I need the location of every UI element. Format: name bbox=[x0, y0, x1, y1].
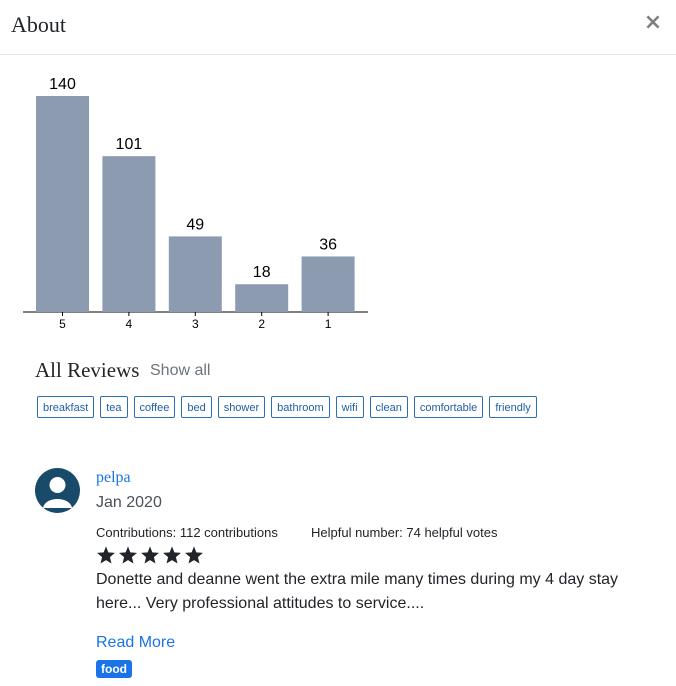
x-tick-label: 1 bbox=[325, 317, 332, 331]
x-tick-label: 2 bbox=[258, 317, 265, 331]
x-tick-label: 3 bbox=[192, 317, 199, 331]
tag-breakfast[interactable]: breakfast bbox=[37, 396, 95, 418]
tag-clean[interactable]: clean bbox=[369, 396, 408, 418]
star-icon bbox=[97, 546, 115, 564]
star-icon bbox=[141, 546, 159, 564]
star-icon bbox=[119, 546, 137, 564]
bar-value-label: 101 bbox=[116, 136, 143, 153]
tag-shower[interactable]: shower bbox=[217, 396, 266, 418]
star-icon bbox=[185, 546, 203, 564]
review-date: Jan 2020 bbox=[96, 494, 162, 511]
tag-coffee[interactable]: coffee bbox=[133, 396, 176, 418]
modal-title: About bbox=[11, 12, 66, 37]
bar-4 bbox=[102, 156, 156, 312]
tag-comfortable[interactable]: comfortable bbox=[413, 396, 484, 418]
x-tick-label: 4 bbox=[126, 317, 133, 331]
review-tag-badge: food bbox=[96, 660, 132, 678]
bar-1 bbox=[301, 256, 355, 312]
reviewer-name[interactable]: pelpa bbox=[96, 469, 131, 487]
close-icon: × bbox=[643, 10, 663, 35]
tag-bed[interactable]: bed bbox=[181, 396, 212, 418]
bar-value-label: 49 bbox=[186, 216, 204, 233]
tag-friendly[interactable]: friendly bbox=[489, 396, 537, 418]
bar-value-label: 140 bbox=[49, 76, 76, 93]
tag-wifi[interactable]: wifi bbox=[335, 396, 364, 418]
user-avatar-icon bbox=[35, 468, 80, 513]
rating-distribution-chart: 140 5 101 4 49 3 18 2 36 1 bbox=[23, 76, 368, 331]
tag-filter-list: breakfast tea coffee bed shower bathroom wifi c… bbox=[37, 396, 537, 418]
bar-value-label: 18 bbox=[253, 264, 271, 281]
all-reviews-heading: All Reviews bbox=[35, 358, 140, 382]
tag-bathroom[interactable]: bathroom bbox=[271, 396, 330, 418]
modal-header: About × bbox=[0, 0, 676, 55]
review-text: Donette and deanne went the extra mile m… bbox=[96, 571, 619, 612]
bar-3 bbox=[168, 236, 222, 312]
tag-tea[interactable]: tea bbox=[100, 396, 128, 418]
star-icon bbox=[163, 546, 181, 564]
bar-5 bbox=[36, 96, 89, 312]
read-more-link[interactable]: Read More bbox=[96, 634, 175, 652]
bar-2 bbox=[235, 284, 289, 312]
helpful-votes-count: Helpful number: 74 helpful votes bbox=[311, 525, 498, 540]
star-rating bbox=[96, 546, 204, 564]
show-all-link[interactable]: Show all bbox=[150, 362, 210, 380]
contributions-count: Contributions: 112 contributions bbox=[96, 525, 278, 540]
bar-value-label: 36 bbox=[319, 236, 337, 253]
x-tick-label: 5 bbox=[59, 317, 66, 331]
close-button[interactable]: × bbox=[640, 8, 666, 38]
